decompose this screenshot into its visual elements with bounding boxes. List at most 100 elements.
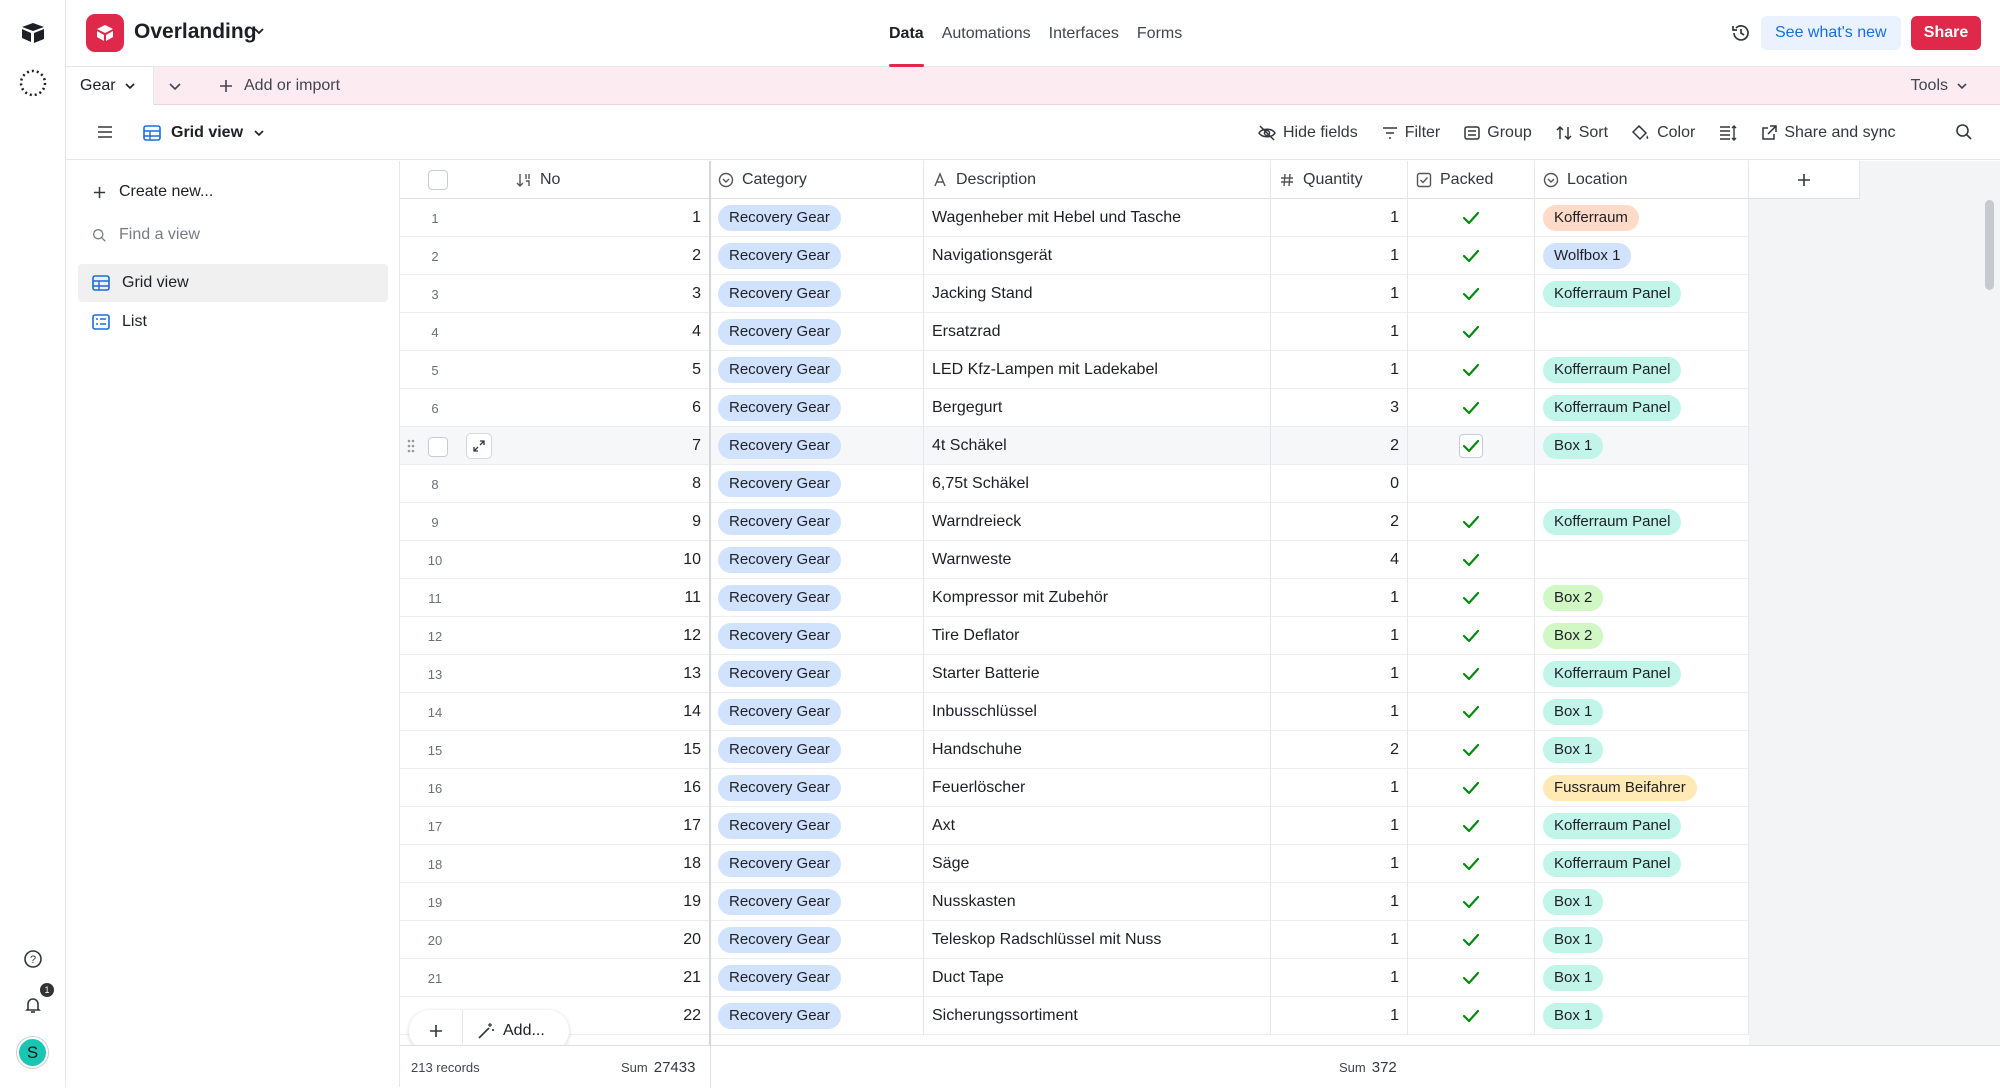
cell-category[interactable]: Recovery Gear xyxy=(710,655,924,693)
table-row[interactable]: 11Recovery GearWagenheber mit Hebel und … xyxy=(400,199,1860,237)
check-icon[interactable] xyxy=(1462,629,1480,643)
table-row[interactable]: 2222Recovery GearSicherungssortiment1Box… xyxy=(400,997,1860,1035)
cell-category[interactable]: Recovery Gear xyxy=(710,427,924,465)
table-row[interactable]: 1919Recovery GearNusskasten1Box 1 xyxy=(400,883,1860,921)
cell-no[interactable]: 14 xyxy=(510,693,710,731)
cell-packed[interactable] xyxy=(1408,313,1535,351)
table-row[interactable]: 99Recovery GearWarndreieck2Kofferraum Pa… xyxy=(400,503,1860,541)
cell-quantity[interactable]: 2 xyxy=(1271,427,1408,465)
row-select-checkbox[interactable] xyxy=(428,437,448,457)
cell-quantity[interactable]: 1 xyxy=(1271,237,1408,275)
row-height-button[interactable] xyxy=(1707,105,1749,160)
table-row[interactable]: 2121Recovery GearDuct Tape1Box 1 xyxy=(400,959,1860,997)
table-row[interactable]: 1818Recovery GearSäge1Kofferraum Panel xyxy=(400,845,1860,883)
cell-quantity[interactable]: 1 xyxy=(1271,769,1408,807)
cell-quantity[interactable]: 2 xyxy=(1271,503,1408,541)
cell-quantity[interactable]: 1 xyxy=(1271,313,1408,351)
cell-no[interactable]: 18 xyxy=(510,845,710,883)
cell-location[interactable] xyxy=(1535,313,1749,351)
cell-packed[interactable] xyxy=(1408,921,1535,959)
cell-category[interactable]: Recovery Gear xyxy=(710,541,924,579)
cell-location[interactable]: Box 1 xyxy=(1535,921,1749,959)
sum-no[interactable]: Sum 27433 xyxy=(621,1046,695,1088)
table-row[interactable]: 1212Recovery GearTire Deflator1Box 2 xyxy=(400,617,1860,655)
table-row[interactable]: 1616Recovery GearFeuerlöscher1Fussraum B… xyxy=(400,769,1860,807)
sidebar-item-list[interactable]: List xyxy=(78,303,388,341)
cell-no[interactable]: 9 xyxy=(510,503,710,541)
all-tables-chevron-icon[interactable] xyxy=(166,77,184,95)
cell-location[interactable]: Wolfbox 1 xyxy=(1535,237,1749,275)
cell-description[interactable]: Warndreieck xyxy=(924,503,1271,541)
cell-category[interactable]: Recovery Gear xyxy=(710,883,924,921)
check-icon[interactable] xyxy=(1462,363,1480,377)
cell-no[interactable]: 3 xyxy=(510,275,710,313)
hide-fields-button[interactable]: Hide fields xyxy=(1246,105,1370,160)
cell-description[interactable]: Jacking Stand xyxy=(924,275,1271,313)
table-row[interactable]: 88Recovery Gear6,75t Schäkel0 xyxy=(400,465,1860,503)
view-switcher[interactable]: Grid view xyxy=(143,105,265,160)
cell-description[interactable]: Bergegurt xyxy=(924,389,1271,427)
check-icon[interactable] xyxy=(1462,211,1480,225)
expand-record-icon[interactable] xyxy=(466,433,492,459)
hamburger-menu-icon[interactable] xyxy=(96,123,114,141)
cell-no[interactable]: 15 xyxy=(510,731,710,769)
cell-description[interactable]: Duct Tape xyxy=(924,959,1271,997)
check-icon[interactable] xyxy=(1462,895,1480,909)
cell-description[interactable]: LED Kfz-Lampen mit Ladekabel xyxy=(924,351,1271,389)
cell-no[interactable]: 2 xyxy=(510,237,710,275)
color-button[interactable]: Color xyxy=(1620,105,1707,160)
table-row[interactable]: 22Recovery GearNavigationsgerät1Wolfbox … xyxy=(400,237,1860,275)
table-row[interactable]: 66Recovery GearBergegurt3Kofferraum Pane… xyxy=(400,389,1860,427)
column-header-location[interactable]: Location xyxy=(1535,161,1749,199)
find-view-input[interactable]: Find a view xyxy=(78,216,388,254)
check-icon[interactable] xyxy=(1462,743,1480,757)
cell-quantity[interactable]: 1 xyxy=(1271,693,1408,731)
history-icon[interactable] xyxy=(1730,22,1752,44)
table-row[interactable]: 55Recovery GearLED Kfz-Lampen mit Ladeka… xyxy=(400,351,1860,389)
table-row[interactable]: 1717Recovery GearAxt1Kofferraum Panel xyxy=(400,807,1860,845)
base-name[interactable]: Overlanding xyxy=(134,20,257,44)
cell-category[interactable]: Recovery Gear xyxy=(710,769,924,807)
cell-category[interactable]: Recovery Gear xyxy=(710,997,924,1035)
cell-packed[interactable] xyxy=(1408,731,1535,769)
avatar[interactable]: S xyxy=(17,1037,48,1068)
cell-packed[interactable] xyxy=(1408,275,1535,313)
cell-description[interactable]: Ersatzrad xyxy=(924,313,1271,351)
cell-quantity[interactable]: 1 xyxy=(1271,845,1408,883)
cell-quantity[interactable]: 0 xyxy=(1271,465,1408,503)
tab-data[interactable]: Data xyxy=(880,0,933,67)
cell-location[interactable]: Box 2 xyxy=(1535,579,1749,617)
cell-description[interactable]: Navigationsgerät xyxy=(924,237,1271,275)
check-icon[interactable] xyxy=(1462,933,1480,947)
sidebar-item-grid-view[interactable]: Grid view xyxy=(78,264,388,302)
cell-no[interactable]: 7 xyxy=(510,427,710,465)
cell-category[interactable]: Recovery Gear xyxy=(710,807,924,845)
share-and-sync-button[interactable]: Share and sync xyxy=(1749,105,1907,160)
cell-quantity[interactable]: 1 xyxy=(1271,617,1408,655)
cell-location[interactable]: Kofferraum Panel xyxy=(1535,389,1749,427)
cell-description[interactable]: Sicherungssortiment xyxy=(924,997,1271,1035)
cell-description[interactable]: Kompressor mit Zubehör xyxy=(924,579,1271,617)
cell-packed[interactable] xyxy=(1408,693,1535,731)
cell-location[interactable]: Box 2 xyxy=(1535,617,1749,655)
cell-quantity[interactable]: 1 xyxy=(1271,579,1408,617)
check-icon[interactable] xyxy=(1462,667,1480,681)
tab-interfaces[interactable]: Interfaces xyxy=(1040,0,1128,67)
check-icon[interactable] xyxy=(1462,553,1480,567)
cell-description[interactable]: Starter Batterie xyxy=(924,655,1271,693)
cell-category[interactable]: Recovery Gear xyxy=(710,959,924,997)
drag-handle-icon[interactable] xyxy=(406,438,416,454)
cell-no[interactable]: 6 xyxy=(510,389,710,427)
check-icon[interactable] xyxy=(1462,591,1480,605)
cell-location[interactable]: Kofferraum Panel xyxy=(1535,351,1749,389)
add-with-ai-button[interactable]: Add... xyxy=(463,1022,545,1040)
column-header-no[interactable]: No xyxy=(510,161,710,199)
cell-location[interactable]: Kofferraum Panel xyxy=(1535,275,1749,313)
cell-no[interactable]: 19 xyxy=(510,883,710,921)
cell-location[interactable] xyxy=(1535,465,1749,503)
cell-location[interactable]: Fussraum Beifahrer xyxy=(1535,769,1749,807)
cell-location[interactable]: Box 1 xyxy=(1535,693,1749,731)
vertical-scrollbar[interactable] xyxy=(1985,200,1994,290)
sort-button[interactable]: Sort xyxy=(1544,105,1620,160)
workspace-dotted-icon[interactable] xyxy=(18,68,48,98)
